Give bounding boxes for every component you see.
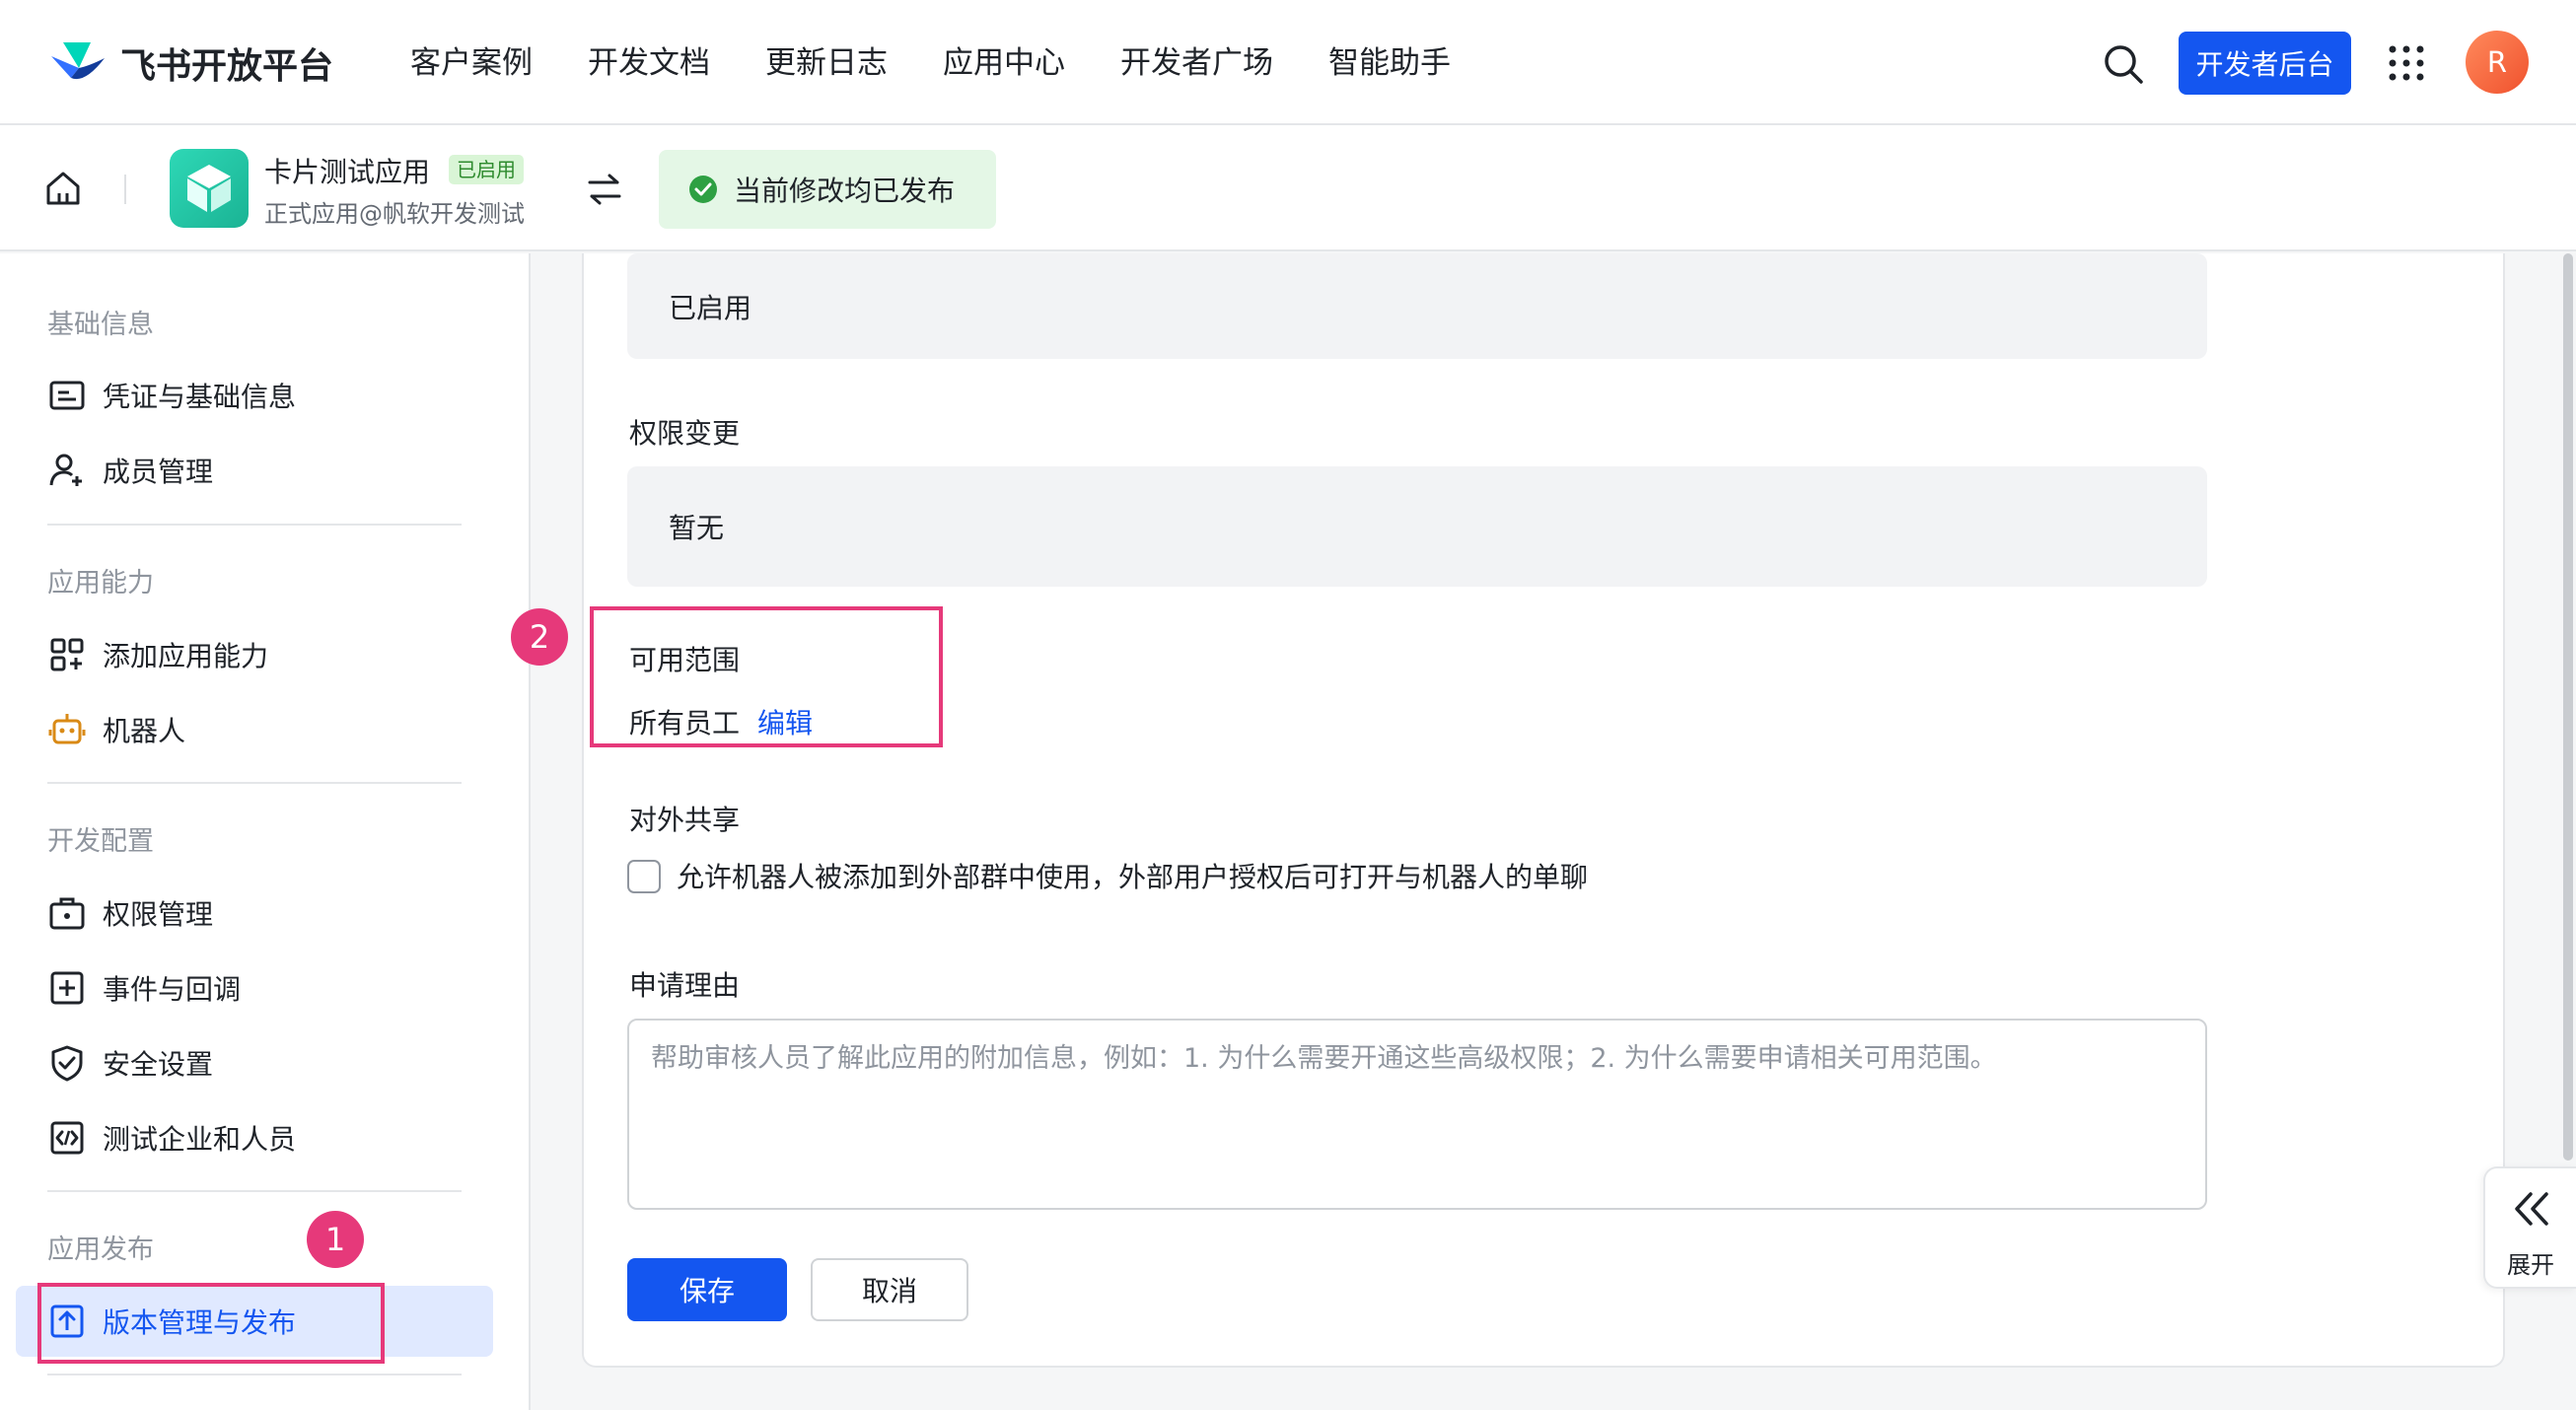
- publish-status-text: 当前修改均已发布: [734, 175, 956, 207]
- search-icon[interactable]: [2101, 41, 2146, 87]
- nav-link-docs[interactable]: 开发文档: [588, 37, 710, 89]
- nav-link-changelog[interactable]: 更新日志: [765, 37, 888, 89]
- sidebar-item-security[interactable]: 安全设置: [47, 1037, 213, 1089]
- app-header: 卡片测试应用 已启用 正式应用@帆软开发测试 当前修改均已发布: [0, 125, 2576, 251]
- expand-panel-button[interactable]: 展开: [2483, 1166, 2576, 1289]
- sidebar-item-label: 安全设置: [103, 1048, 214, 1081]
- annotation-badge-2: 2: [511, 608, 568, 666]
- scrollbar-thumb[interactable]: [2563, 253, 2573, 1161]
- sharing-checkbox-label[interactable]: 允许机器人被添加到外部群中使用，外部用户授权后可打开与机器人的单聊: [677, 856, 1588, 895]
- scope-label: 可用范围: [629, 644, 741, 676]
- switch-app-icon[interactable]: [586, 171, 623, 208]
- nav-link-app-center[interactable]: 应用中心: [943, 37, 1065, 89]
- user-add-icon: [49, 454, 82, 486]
- sidebar-divider: [47, 524, 462, 526]
- app-icon: [170, 149, 249, 228]
- double-chevron-left-icon: [2515, 1192, 2548, 1226]
- app-subtitle: 正式应用@帆软开发测试: [264, 200, 525, 228]
- sidebar-group-basic: 基础信息: [47, 310, 154, 340]
- sidebar-item-label: 事件与回调: [103, 973, 242, 1006]
- sidebar-item-label: 添加应用能力: [103, 640, 269, 672]
- app-status-badge: 已启用: [449, 155, 524, 184]
- brand[interactable]: 飞书开放平台: [49, 34, 333, 93]
- app-grid-icon[interactable]: [2387, 43, 2426, 83]
- brand-name: 飞书开放平台: [120, 46, 334, 87]
- scope-edit-link[interactable]: 编辑: [757, 702, 813, 741]
- publish-status: 当前修改均已发布: [659, 150, 996, 229]
- sidebar-item-label: 凭证与基础信息: [103, 381, 297, 413]
- sidebar-item-add-capability[interactable]: 添加应用能力: [47, 629, 268, 680]
- sidebar-group-dev: 开发配置: [47, 826, 154, 857]
- shield-check-icon: [51, 1045, 83, 1082]
- sidebar: 基础信息 凭证与基础信息 成员管理 应用能力 添加应用能力 机器人 开发配置 权…: [0, 253, 531, 1410]
- apps-add-icon: [50, 638, 84, 671]
- status-value: 已启用: [669, 291, 752, 324]
- robot-icon: [48, 714, 86, 744]
- sidebar-item-bot[interactable]: 机器人: [47, 704, 185, 755]
- developer-console-button[interactable]: 开发者后台: [2179, 32, 2351, 95]
- sidebar-item-events[interactable]: 事件与回调: [47, 962, 241, 1014]
- scope-value: 所有员工: [629, 707, 741, 740]
- sidebar-item-label: 成员管理: [103, 456, 214, 488]
- sidebar-item-label: 机器人: [103, 715, 186, 747]
- user-avatar[interactable]: R: [2466, 31, 2529, 94]
- sidebar-divider: [47, 782, 462, 784]
- permission-change-label: 权限变更: [629, 417, 741, 450]
- expand-label: 展开: [2507, 1251, 2554, 1279]
- nav-link-dev-square[interactable]: 开发者广场: [1120, 37, 1273, 89]
- id-card-icon: [49, 381, 85, 410]
- cancel-button[interactable]: 取消: [811, 1258, 968, 1321]
- sidebar-item-label: 测试企业和人员: [103, 1123, 297, 1156]
- sidebar-group-capability: 应用能力: [47, 568, 154, 599]
- sharing-checkbox[interactable]: [627, 860, 661, 893]
- sidebar-item-label: 权限管理: [103, 898, 214, 931]
- annotation-box-1: [37, 1283, 385, 1364]
- sidebar-divider: [47, 1190, 462, 1192]
- top-navigation: 飞书开放平台 客户案例 开发文档 更新日志 应用中心 开发者广场 智能助手 开发…: [0, 0, 2576, 125]
- sidebar-divider: [47, 1374, 462, 1375]
- sidebar-group-release: 应用发布: [47, 1234, 154, 1265]
- permission-change-value: 暂无: [669, 512, 725, 544]
- sidebar-item-members[interactable]: 成员管理: [47, 445, 213, 496]
- reason-textarea[interactable]: [627, 1019, 2207, 1210]
- event-add-icon: [50, 971, 84, 1005]
- sidebar-item-credentials[interactable]: 凭证与基础信息: [47, 370, 296, 421]
- home-icon[interactable]: [43, 169, 83, 208]
- sidebar-item-test-org[interactable]: 测试企业和人员: [47, 1112, 296, 1163]
- header-divider: [124, 175, 126, 204]
- cube-icon: [187, 165, 231, 212]
- briefcase-lock-icon: [49, 897, 85, 930]
- app-name: 卡片测试应用: [264, 156, 431, 188]
- permission-change-field: 暂无: [627, 466, 2207, 587]
- reason-label: 申请理由: [629, 969, 741, 1002]
- nav-link-cases[interactable]: 客户案例: [410, 37, 533, 89]
- scrollbar[interactable]: [2560, 253, 2576, 1166]
- sharing-label: 对外共享: [629, 804, 741, 836]
- nav-links: 客户案例 开发文档 更新日志 应用中心 开发者广场 智能助手: [410, 37, 1506, 89]
- feishu-logo-icon: [51, 42, 105, 80]
- annotation-badge-1: 1: [307, 1211, 364, 1268]
- code-box-icon: [50, 1121, 84, 1155]
- sidebar-item-permissions[interactable]: 权限管理: [47, 887, 213, 939]
- save-button[interactable]: 保存: [627, 1258, 787, 1321]
- nav-link-assistant[interactable]: 智能助手: [1328, 37, 1451, 89]
- check-circle-icon: [689, 176, 717, 203]
- status-field: 已启用: [627, 253, 2207, 359]
